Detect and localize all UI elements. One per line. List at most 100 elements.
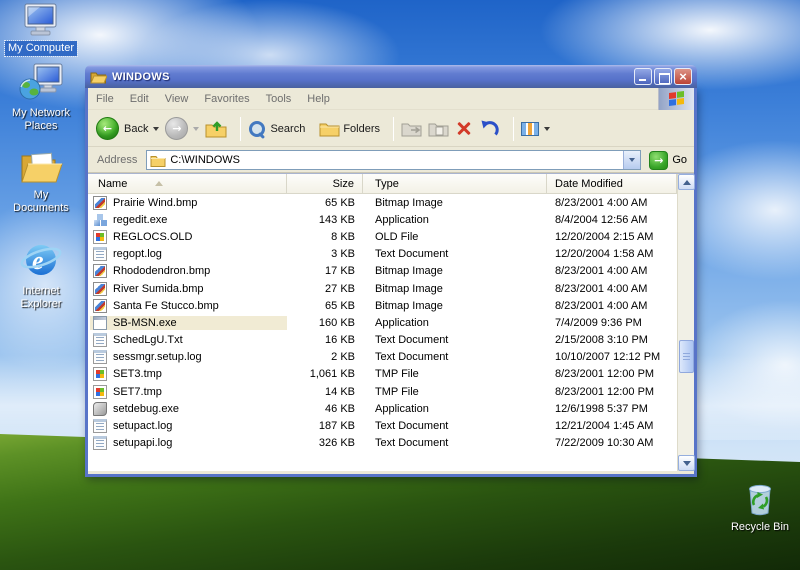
column-header-type[interactable]: Type: [363, 174, 547, 193]
address-dropdown-button[interactable]: [623, 151, 641, 169]
file-name-cell: SET7.tmp: [90, 384, 287, 399]
bmp-file-icon: [93, 264, 107, 279]
file-row[interactable]: River Sumida.bmp 27 KB Bitmap Image 8/23/20…: [88, 280, 677, 297]
search-button[interactable]: Search: [248, 120, 305, 137]
menu-file[interactable]: File: [88, 90, 122, 108]
back-label: Back: [124, 122, 149, 135]
maximize-button[interactable]: [654, 68, 672, 85]
file-row[interactable]: setupact.log 187 KB Text Document 12/21/200…: [88, 417, 677, 434]
file-row[interactable]: Prairie Wind.bmp 65 KB Bitmap Image 8/23/20…: [88, 194, 677, 211]
menu-bar: File Edit View Favorites Tools Help: [88, 87, 694, 110]
file-date: 2/15/2008 3:10 PM: [555, 334, 648, 347]
window-title: WINDOWS: [112, 70, 170, 83]
file-date: 12/20/2004 2:15 AM: [555, 230, 654, 243]
desktop-icon-my-network-places[interactable]: My Network Places: [2, 62, 80, 134]
scrollbar-thumb[interactable]: [679, 340, 694, 373]
file-row[interactable]: SchedLgU.Txt 16 KB Text Document 2/15/2008 …: [88, 332, 677, 349]
file-name: sessmgr.setup.log: [113, 351, 202, 364]
menu-help[interactable]: Help: [299, 90, 338, 108]
folder-icon: [150, 155, 166, 167]
my-network-places-icon: [19, 63, 63, 100]
forward-button[interactable]: →: [165, 117, 200, 140]
forward-arrow-icon: →: [172, 122, 182, 135]
debug-file-icon: [93, 401, 107, 416]
file-row[interactable]: SB-MSN.exe 160 KB Application 7/4/2009 9:36…: [88, 314, 677, 331]
file-size: 3 KB: [331, 248, 355, 261]
address-label: Address: [97, 154, 138, 166]
desktop-icon-recycle-bin[interactable]: Recycle Bin: [721, 478, 799, 535]
file-row[interactable]: regopt.log 3 KB Text Document 12/20/2004 1:…: [88, 246, 677, 263]
file-size: 2 KB: [331, 351, 355, 364]
file-type: OLD File: [375, 230, 419, 243]
back-button[interactable]: ← Back: [96, 117, 160, 140]
scroll-up-icon: [682, 180, 691, 185]
desktop-icon-internet-explorer[interactable]: e Internet Explorer: [2, 238, 80, 312]
file-size: 143 KB: [318, 213, 355, 226]
desktop-icon-label: My Computer: [3, 39, 79, 58]
undo-button[interactable]: [479, 119, 500, 138]
file-row[interactable]: SET7.tmp 14 KB TMP File 8/23/2001 12:00 PM: [88, 383, 677, 400]
file-row[interactable]: Rhododendron.bmp 17 KB Bitmap Image 8/23/20…: [88, 263, 677, 280]
file-name-cell: regedit.exe: [90, 213, 287, 227]
file-row[interactable]: setdebug.exe 46 KB Application 12/6/1998 5:…: [88, 400, 677, 417]
move-to-button[interactable]: [401, 121, 422, 137]
scroll-up-button[interactable]: [678, 174, 695, 190]
search-icon: [248, 120, 266, 137]
menu-edit[interactable]: Edit: [122, 90, 157, 108]
file-size: 1,061 KB: [309, 368, 355, 381]
file-row[interactable]: REGLOCS.OLD 8 KB OLD File 12/20/2004 2:15 A…: [88, 228, 677, 245]
desktop-icon-label: Recycle Bin: [730, 521, 790, 533]
file-name-cell: River Sumida.bmp: [90, 281, 287, 296]
toolbar: ← Back → Search Folders: [88, 111, 694, 147]
menu-view[interactable]: View: [157, 90, 197, 108]
search-label: Search: [270, 122, 306, 135]
file-name-cell: REGLOCS.OLD: [90, 229, 287, 244]
column-header-date-modified[interactable]: Date Modified: [547, 174, 677, 193]
file-name-cell: SB-MSN.exe: [90, 315, 287, 330]
generic-file-icon: [93, 367, 107, 382]
windows-logo: [658, 87, 694, 110]
file-date: 12/20/2004 1:58 AM: [555, 248, 654, 261]
file-row[interactable]: sessmgr.setup.log 2 KB Text Document 10/10/…: [88, 349, 677, 366]
minimize-button[interactable]: [634, 68, 652, 85]
column-header-size[interactable]: Size: [287, 174, 363, 193]
column-header-name[interactable]: Name: [88, 174, 287, 193]
views-button[interactable]: [521, 121, 551, 136]
text-file-icon: [93, 333, 107, 348]
copy-to-icon: [428, 123, 449, 136]
appwindow-file-icon: [93, 315, 107, 330]
file-type: Text Document: [375, 248, 449, 261]
bmp-file-icon: [93, 298, 107, 313]
file-date: 10/10/2007 12:12 PM: [555, 351, 661, 364]
file-row[interactable]: SET3.tmp 1,061 KB TMP File 8/23/2001 12:00 …: [88, 366, 677, 383]
desktop-icon-my-documents[interactable]: My Documents: [2, 148, 80, 216]
folders-button[interactable]: Folders: [319, 121, 380, 137]
file-row[interactable]: Santa Fe Stucco.bmp 65 KB Bitmap Image 8/23…: [88, 297, 677, 314]
window-titlebar[interactable]: WINDOWS ×: [85, 65, 697, 88]
file-row[interactable]: regedit.exe 143 KB Application 8/4/2004 12:…: [88, 211, 677, 228]
go-label: Go: [672, 154, 687, 166]
desktop-icon-label: Internet Explorer: [20, 285, 62, 311]
scroll-down-button[interactable]: [678, 455, 695, 471]
folder-up-icon: [205, 121, 227, 138]
explorer-window: WINDOWS × File Edit View Favorites Tools…: [85, 65, 697, 477]
copy-to-button[interactable]: [428, 121, 449, 137]
desktop-icon-my-computer[interactable]: My Computer: [2, 3, 80, 58]
close-button[interactable]: ×: [674, 68, 692, 85]
go-button[interactable]: → Go: [649, 150, 687, 170]
vertical-scrollbar[interactable]: [677, 174, 695, 471]
address-input[interactable]: C:\WINDOWS: [146, 150, 642, 170]
menu-favorites[interactable]: Favorites: [196, 90, 257, 108]
views-dropdown-icon[interactable]: [544, 126, 551, 131]
back-dropdown-icon[interactable]: [153, 126, 160, 131]
menu-tools[interactable]: Tools: [258, 90, 300, 108]
file-name: regopt.log: [113, 248, 162, 261]
delete-button[interactable]: [455, 120, 473, 138]
my-computer-icon: [24, 3, 57, 36]
up-button[interactable]: [205, 119, 227, 138]
move-to-icon: [401, 123, 422, 136]
file-row[interactable]: setupapi.log 326 KB Text Document 7/22/2009…: [88, 435, 677, 452]
file-type: Bitmap Image: [375, 196, 443, 209]
file-date: 8/23/2001 12:00 PM: [555, 385, 655, 398]
file-name: SET7.tmp: [113, 385, 162, 398]
